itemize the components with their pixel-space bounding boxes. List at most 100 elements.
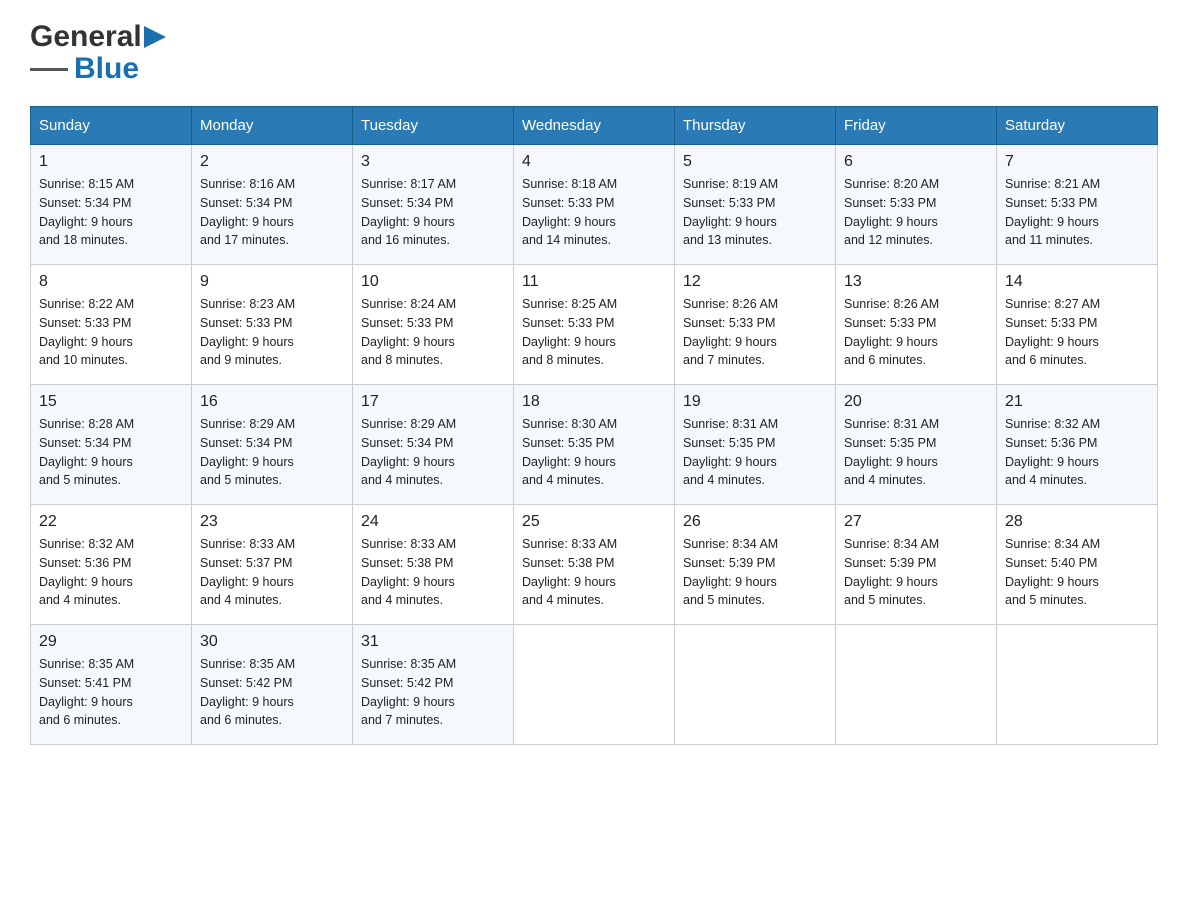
weekday-header-tuesday: Tuesday [353, 107, 514, 145]
day-number: 3 [361, 153, 505, 171]
day-number: 30 [200, 633, 344, 651]
logo-divider [30, 68, 68, 71]
day-info: Sunrise: 8:32 AM Sunset: 5:36 PM Dayligh… [1005, 415, 1149, 490]
logo-top-row: General [30, 20, 166, 54]
day-number: 10 [361, 273, 505, 291]
week-row-4: 22Sunrise: 8:32 AM Sunset: 5:36 PM Dayli… [31, 505, 1158, 625]
day-number: 24 [361, 513, 505, 531]
day-cell: 8Sunrise: 8:22 AM Sunset: 5:33 PM Daylig… [31, 265, 192, 385]
weekday-header-saturday: Saturday [997, 107, 1158, 145]
day-info: Sunrise: 8:34 AM Sunset: 5:40 PM Dayligh… [1005, 535, 1149, 610]
day-number: 11 [522, 273, 666, 291]
day-number: 4 [522, 153, 666, 171]
day-info: Sunrise: 8:35 AM Sunset: 5:42 PM Dayligh… [200, 655, 344, 730]
day-info: Sunrise: 8:31 AM Sunset: 5:35 PM Dayligh… [683, 415, 827, 490]
day-cell: 28 Sunrise: 8:34 AM Sunset: 5:40 PM Dayli… [997, 505, 1158, 625]
weekday-header-thursday: Thursday [675, 107, 836, 145]
day-info: Sunrise: 8:27 AM Sunset: 5:33 PM Dayligh… [1005, 295, 1149, 370]
day-info: Sunrise: 8:33 AM Sunset: 5:37 PM Dayligh… [200, 535, 344, 610]
day-info: Sunrise: 8:15 AM Sunset: 5:34 PM Dayligh… [39, 175, 183, 250]
day-cell: 12 Sunrise: 8:26 AM Sunset: 5:33 PM Dayli… [675, 265, 836, 385]
day-cell: 14 Sunrise: 8:27 AM Sunset: 5:33 PM Dayli… [997, 265, 1158, 385]
day-cell: 17 Sunrise: 8:29 AM Sunset: 5:34 PM Dayli… [353, 385, 514, 505]
day-cell: 21Sunrise: 8:32 AM Sunset: 5:36 PM Dayli… [997, 385, 1158, 505]
day-number: 14 [1005, 273, 1149, 291]
day-number: 7 [1005, 153, 1149, 171]
logo-blue-text: Blue [74, 52, 139, 86]
day-info: Sunrise: 8:29 AM Sunset: 5:34 PM Dayligh… [200, 415, 344, 490]
day-cell: 6Sunrise: 8:20 AM Sunset: 5:33 PM Daylig… [836, 145, 997, 265]
day-number: 12 [683, 273, 827, 291]
day-cell: 3 Sunrise: 8:17 AM Sunset: 5:34 PM Daylig… [353, 145, 514, 265]
day-number: 28 [1005, 513, 1149, 531]
day-number: 18 [522, 393, 666, 411]
day-info: Sunrise: 8:16 AM Sunset: 5:34 PM Dayligh… [200, 175, 344, 250]
day-info: Sunrise: 8:18 AM Sunset: 5:33 PM Dayligh… [522, 175, 666, 250]
week-row-2: 8Sunrise: 8:22 AM Sunset: 5:33 PM Daylig… [31, 265, 1158, 385]
day-info: Sunrise: 8:22 AM Sunset: 5:33 PM Dayligh… [39, 295, 183, 370]
calendar-table: SundayMondayTuesdayWednesdayThursdayFrid… [30, 106, 1158, 745]
day-cell: 22Sunrise: 8:32 AM Sunset: 5:36 PM Dayli… [31, 505, 192, 625]
day-cell: 15 Sunrise: 8:28 AM Sunset: 5:34 PM Dayli… [31, 385, 192, 505]
day-cell: 29 Sunrise: 8:35 AM Sunset: 5:41 PM Dayli… [31, 625, 192, 745]
day-info: Sunrise: 8:19 AM Sunset: 5:33 PM Dayligh… [683, 175, 827, 250]
day-number: 15 [39, 393, 183, 411]
day-number: 2 [200, 153, 344, 171]
day-cell: 9 Sunrise: 8:23 AM Sunset: 5:33 PM Daylig… [192, 265, 353, 385]
day-info: Sunrise: 8:35 AM Sunset: 5:41 PM Dayligh… [39, 655, 183, 730]
day-cell [836, 625, 997, 745]
day-info: Sunrise: 8:24 AM Sunset: 5:33 PM Dayligh… [361, 295, 505, 370]
day-number: 22 [39, 513, 183, 531]
day-number: 19 [683, 393, 827, 411]
day-cell: 11 Sunrise: 8:25 AM Sunset: 5:33 PM Dayli… [514, 265, 675, 385]
day-cell: 20 Sunrise: 8:31 AM Sunset: 5:35 PM Dayli… [836, 385, 997, 505]
day-number: 29 [39, 633, 183, 651]
day-cell: 7 Sunrise: 8:21 AM Sunset: 5:33 PM Daylig… [997, 145, 1158, 265]
day-cell: 10 Sunrise: 8:24 AM Sunset: 5:33 PM Dayli… [353, 265, 514, 385]
day-cell: 5 Sunrise: 8:19 AM Sunset: 5:33 PM Daylig… [675, 145, 836, 265]
week-row-5: 29 Sunrise: 8:35 AM Sunset: 5:41 PM Dayli… [31, 625, 1158, 745]
day-info: Sunrise: 8:25 AM Sunset: 5:33 PM Dayligh… [522, 295, 666, 370]
day-cell [997, 625, 1158, 745]
day-info: Sunrise: 8:17 AM Sunset: 5:34 PM Dayligh… [361, 175, 505, 250]
day-info: Sunrise: 8:35 AM Sunset: 5:42 PM Dayligh… [361, 655, 505, 730]
day-number: 27 [844, 513, 988, 531]
day-info: Sunrise: 8:23 AM Sunset: 5:33 PM Dayligh… [200, 295, 344, 370]
weekday-header-wednesday: Wednesday [514, 107, 675, 145]
week-row-1: 1 Sunrise: 8:15 AM Sunset: 5:34 PM Daylig… [31, 145, 1158, 265]
page-header: General Blue [30, 20, 1158, 86]
day-info: Sunrise: 8:31 AM Sunset: 5:35 PM Dayligh… [844, 415, 988, 490]
day-cell [514, 625, 675, 745]
day-info: Sunrise: 8:30 AM Sunset: 5:35 PM Dayligh… [522, 415, 666, 490]
day-info: Sunrise: 8:21 AM Sunset: 5:33 PM Dayligh… [1005, 175, 1149, 250]
day-info: Sunrise: 8:34 AM Sunset: 5:39 PM Dayligh… [683, 535, 827, 610]
day-info: Sunrise: 8:29 AM Sunset: 5:34 PM Dayligh… [361, 415, 505, 490]
day-cell: 31 Sunrise: 8:35 AM Sunset: 5:42 PM Dayli… [353, 625, 514, 745]
logo-general-text: General [30, 20, 142, 54]
day-cell: 25 Sunrise: 8:33 AM Sunset: 5:38 PM Dayli… [514, 505, 675, 625]
day-number: 9 [200, 273, 344, 291]
logo-arrow-icon [144, 26, 166, 48]
day-number: 31 [361, 633, 505, 651]
day-info: Sunrise: 8:33 AM Sunset: 5:38 PM Dayligh… [522, 535, 666, 610]
day-cell: 2 Sunrise: 8:16 AM Sunset: 5:34 PM Daylig… [192, 145, 353, 265]
day-number: 5 [683, 153, 827, 171]
day-info: Sunrise: 8:26 AM Sunset: 5:33 PM Dayligh… [844, 295, 988, 370]
day-info: Sunrise: 8:26 AM Sunset: 5:33 PM Dayligh… [683, 295, 827, 370]
day-number: 25 [522, 513, 666, 531]
day-cell: 30 Sunrise: 8:35 AM Sunset: 5:42 PM Dayli… [192, 625, 353, 745]
day-number: 20 [844, 393, 988, 411]
logo: General Blue [30, 20, 166, 86]
day-cell: 24Sunrise: 8:33 AM Sunset: 5:38 PM Dayli… [353, 505, 514, 625]
weekday-header-sunday: Sunday [31, 107, 192, 145]
day-cell: 4 Sunrise: 8:18 AM Sunset: 5:33 PM Daylig… [514, 145, 675, 265]
weekday-header-row: SundayMondayTuesdayWednesdayThursdayFrid… [31, 107, 1158, 145]
day-cell: 19 Sunrise: 8:31 AM Sunset: 5:35 PM Dayli… [675, 385, 836, 505]
day-cell [675, 625, 836, 745]
day-number: 6 [844, 153, 988, 171]
day-info: Sunrise: 8:28 AM Sunset: 5:34 PM Dayligh… [39, 415, 183, 490]
day-cell: 27Sunrise: 8:34 AM Sunset: 5:39 PM Dayli… [836, 505, 997, 625]
day-number: 1 [39, 153, 183, 171]
day-number: 17 [361, 393, 505, 411]
day-cell: 13Sunrise: 8:26 AM Sunset: 5:33 PM Dayli… [836, 265, 997, 385]
